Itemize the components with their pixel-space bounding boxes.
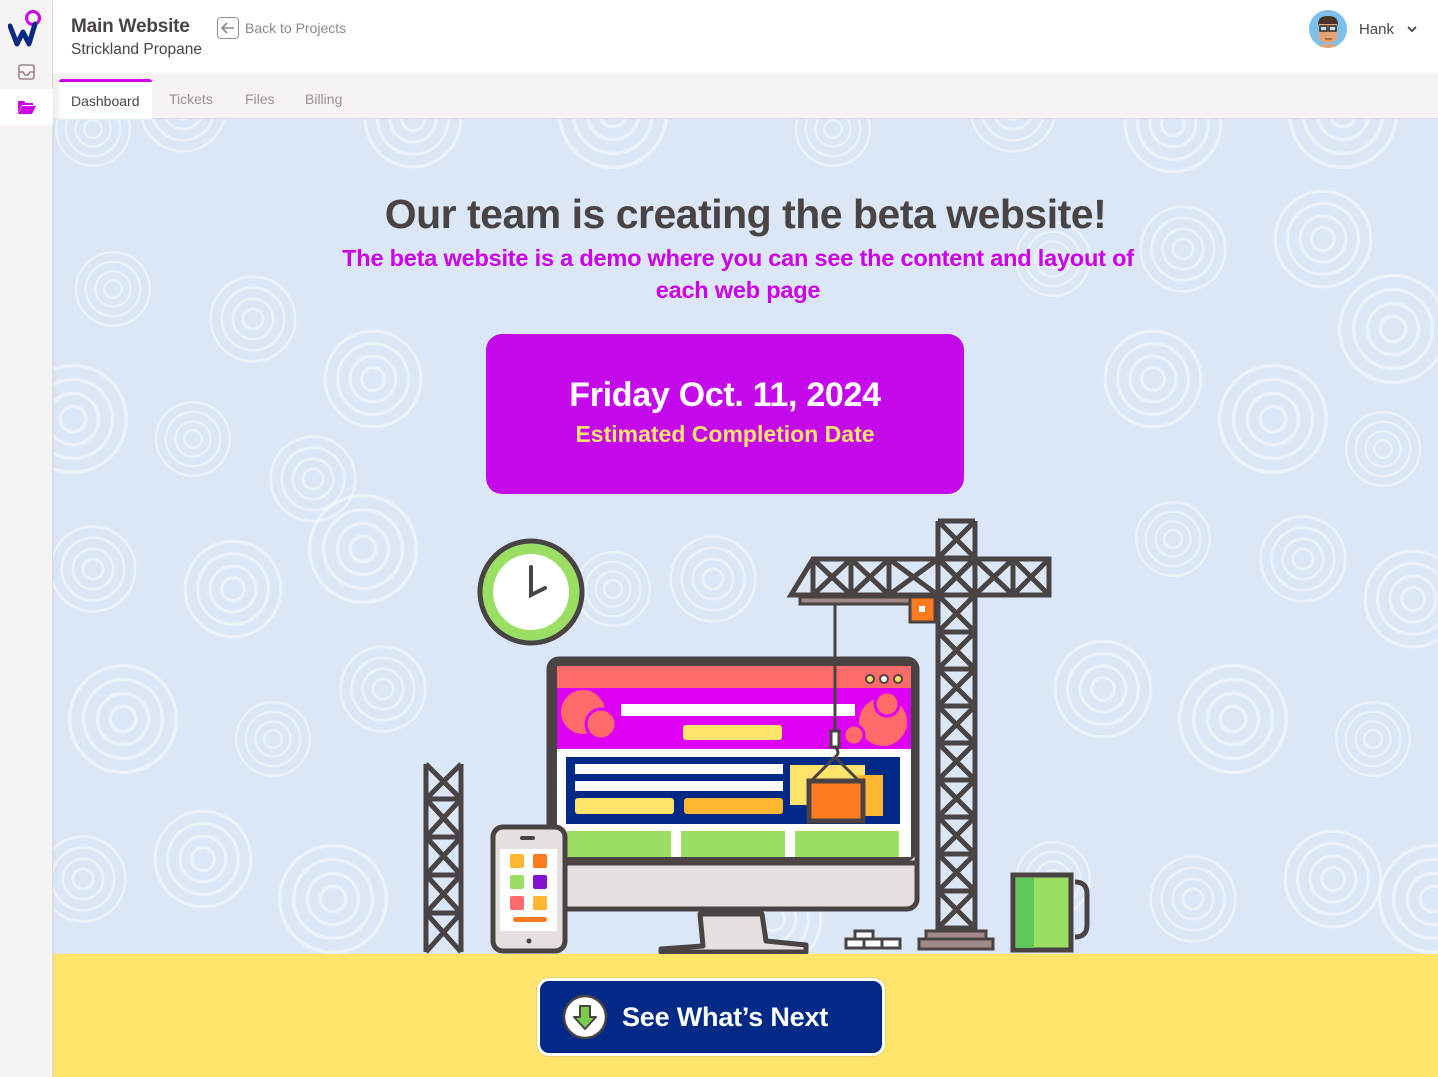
back-to-projects-link[interactable]: Back to Projects xyxy=(217,17,346,39)
crane-brace xyxy=(936,814,977,856)
scaffold-tower-icon xyxy=(423,762,464,954)
project-title: Main Website xyxy=(71,16,190,37)
crane-brace xyxy=(936,888,977,930)
phone-icon xyxy=(490,824,568,954)
arrow-left-icon xyxy=(217,17,239,39)
bricks-icon xyxy=(844,929,902,950)
tab-billing[interactable]: Billing xyxy=(293,79,354,119)
client-name: Strickland Propane xyxy=(71,41,202,58)
footer-strip: See What’s Next xyxy=(53,954,1438,1077)
crane-brace xyxy=(936,703,977,745)
mug-icon xyxy=(1010,872,1090,953)
left-rail xyxy=(0,0,53,1077)
crane-brace xyxy=(936,740,977,782)
clock-icon xyxy=(477,538,585,646)
project-tabs: Dashboard Tickets Files Billing xyxy=(53,73,1438,120)
see-whats-next-button[interactable]: See What’s Next xyxy=(537,978,885,1056)
tab-tickets[interactable]: Tickets xyxy=(157,79,225,119)
crane-brace xyxy=(936,592,977,634)
folder-open-icon xyxy=(17,101,36,114)
inbox-icon xyxy=(18,64,35,80)
crane-brace xyxy=(936,629,977,671)
back-to-projects-label: Back to Projects xyxy=(245,20,347,36)
dashboard-hero: Our team is creating the beta website! T… xyxy=(53,119,1438,954)
wordsmith-logo-icon xyxy=(7,10,41,47)
chevron-down-icon xyxy=(1407,26,1417,33)
user-menu[interactable]: Hank xyxy=(1308,10,1418,48)
project-header: Main Website Strickland Propane Back to … xyxy=(53,0,1438,73)
rail-item-projects[interactable] xyxy=(0,89,53,125)
arrow-down-circle-icon xyxy=(562,994,608,1040)
avatar xyxy=(1308,10,1347,48)
website-under-construction-illustration xyxy=(423,518,1090,954)
crane-brace xyxy=(936,851,977,893)
tab-files[interactable]: Files xyxy=(233,79,287,119)
rail-item-inbox[interactable] xyxy=(0,56,53,88)
tab-dashboard[interactable]: Dashboard xyxy=(59,79,152,120)
user-name: Hank xyxy=(1358,20,1394,38)
app-logo[interactable] xyxy=(7,8,44,48)
crane-brace xyxy=(936,518,977,560)
crane-brace xyxy=(936,777,977,819)
crane-brace xyxy=(936,666,977,708)
see-whats-next-label: See What’s Next xyxy=(622,1001,829,1032)
